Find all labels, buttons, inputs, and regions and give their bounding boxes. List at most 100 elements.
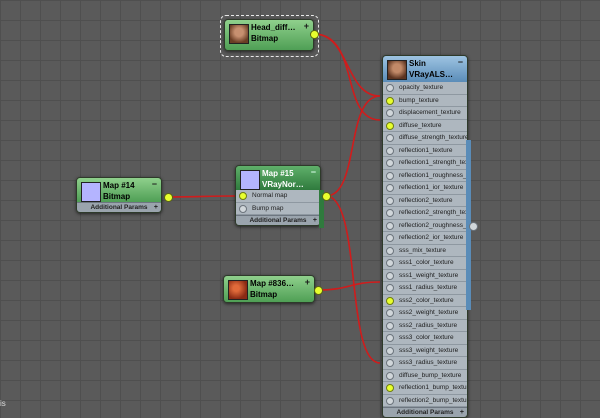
input-slot[interactable]: sss3_weight_texture xyxy=(383,344,467,357)
node-type: VRayALS… xyxy=(409,70,454,79)
expand-button[interactable]: + xyxy=(304,21,309,31)
node-title: Map #14 xyxy=(103,181,135,190)
collapse-button[interactable]: − xyxy=(311,167,316,177)
wire-head-to-diffuse xyxy=(313,33,381,121)
input-slot[interactable]: sss1_color_texture xyxy=(383,257,467,270)
node-head-diffuse[interactable]: Head_diff… Bitmap + xyxy=(224,19,314,51)
slot-label: reflection1_bump_texture xyxy=(399,384,467,391)
slot-label: reflection2_bump_texture xyxy=(399,396,467,404)
node-type: VRayNor… xyxy=(262,180,304,189)
input-slot[interactable]: opacity_texture xyxy=(383,82,467,95)
node-skin[interactable]: Skin VRayALS… − opacity_texture bump_text… xyxy=(382,55,468,418)
node-map14[interactable]: Map #14 Bitmap − Additional Params + xyxy=(76,177,162,213)
input-slot[interactable]: sss3_radius_texture xyxy=(383,357,467,370)
output-socket[interactable] xyxy=(310,30,319,39)
input-socket[interactable] xyxy=(386,384,394,392)
slot-label: opacity_texture xyxy=(399,84,444,91)
input-slot[interactable]: displacement_texture xyxy=(383,107,467,120)
input-socket[interactable] xyxy=(386,96,394,105)
slot-label: diffuse_bump_texture xyxy=(399,371,462,379)
slot-label: diffuse_texture xyxy=(399,121,442,129)
slot-label: reflection1_strength_text… xyxy=(399,159,467,166)
output-socket[interactable] xyxy=(469,222,478,231)
expand-button[interactable]: + xyxy=(305,277,310,287)
input-slot[interactable]: diffuse_texture xyxy=(383,119,467,132)
slot-label: sss2_radius_texture xyxy=(399,321,458,329)
input-socket[interactable] xyxy=(386,259,394,267)
input-socket[interactable] xyxy=(386,134,394,142)
node-type: Bitmap xyxy=(251,34,279,43)
node-map15[interactable]: Map #15 VRayNor… − Normal map Bump map Ad… xyxy=(235,165,321,226)
node-title: Skin xyxy=(409,59,426,68)
input-socket[interactable] xyxy=(386,209,394,217)
node-map836[interactable]: Map #836… Bitmap + xyxy=(223,275,315,303)
input-slot[interactable]: diffuse_bump_texture xyxy=(383,369,467,382)
input-slot[interactable]: sss2_weight_texture xyxy=(383,307,467,320)
output-socket[interactable] xyxy=(164,193,173,202)
input-socket[interactable] xyxy=(386,334,394,342)
slot-label: sss1_color_texture xyxy=(399,259,454,266)
node-title: Map #15 xyxy=(262,169,294,178)
input-socket[interactable] xyxy=(386,234,394,242)
input-slot[interactable]: diffuse_strength_texture xyxy=(383,132,467,145)
output-socket[interactable] xyxy=(322,192,331,201)
input-slot[interactable]: sss2_color_texture xyxy=(383,294,467,307)
input-slot[interactable]: sss_mix_texture xyxy=(383,244,467,257)
input-socket[interactable] xyxy=(386,221,394,230)
additional-params-rollout[interactable]: Additional Params + xyxy=(77,202,161,212)
bitmap-thumbnail-icon xyxy=(228,280,248,300)
input-socket[interactable] xyxy=(386,359,394,367)
slot-label: sss1_weight_texture xyxy=(399,271,459,279)
input-socket[interactable] xyxy=(239,192,247,200)
input-slot[interactable]: sss3_color_texture xyxy=(383,332,467,345)
input-slot[interactable]: Bump map xyxy=(236,202,320,215)
input-socket[interactable] xyxy=(386,309,394,317)
input-slot[interactable]: reflection2_ior_texture xyxy=(383,232,467,245)
input-slot[interactable]: sss2_radius_texture xyxy=(383,319,467,332)
input-socket[interactable] xyxy=(386,284,394,292)
input-socket[interactable] xyxy=(386,184,394,192)
output-socket[interactable] xyxy=(314,286,323,295)
additional-params-rollout[interactable]: Additional Params + xyxy=(236,215,320,225)
input-socket[interactable] xyxy=(386,121,394,130)
input-socket[interactable] xyxy=(386,346,394,355)
input-socket[interactable] xyxy=(239,204,247,213)
collapse-button[interactable]: − xyxy=(152,179,157,189)
slot-label: sss_mix_texture xyxy=(399,246,446,254)
input-slot[interactable]: reflection1_strength_text… xyxy=(383,157,467,170)
slot-label: reflection1_ior_texture xyxy=(399,184,464,191)
input-socket[interactable] xyxy=(386,159,394,167)
input-socket[interactable] xyxy=(386,146,394,155)
input-slot[interactable]: reflection2_bump_texture xyxy=(383,394,467,407)
node-title: Map #836… xyxy=(250,279,295,288)
input-socket[interactable] xyxy=(386,321,394,330)
input-slot[interactable]: reflection1_texture xyxy=(383,144,467,157)
input-slot[interactable]: reflection2_strength_text… xyxy=(383,207,467,220)
input-slot[interactable]: reflection1_roughness_te… xyxy=(383,169,467,182)
slot-list: Normal map Bump map xyxy=(236,190,320,215)
input-socket[interactable] xyxy=(386,396,394,405)
input-socket[interactable] xyxy=(386,171,394,180)
input-socket[interactable] xyxy=(386,371,394,380)
wire-head-to-bump xyxy=(313,33,381,97)
input-slot[interactable]: Normal map xyxy=(236,190,320,203)
input-socket[interactable] xyxy=(386,84,394,92)
input-slot[interactable]: sss1_radius_texture xyxy=(383,282,467,295)
input-slot[interactable]: reflection1_ior_texture xyxy=(383,182,467,195)
input-slot[interactable]: reflection2_texture xyxy=(383,194,467,207)
slot-list: opacity_texture bump_texture displacement_… xyxy=(383,82,467,407)
input-socket[interactable] xyxy=(386,246,394,255)
input-socket[interactable] xyxy=(386,196,394,205)
input-socket[interactable] xyxy=(386,296,394,305)
normal-map-thumbnail-icon xyxy=(240,170,260,190)
input-socket[interactable] xyxy=(386,109,394,117)
additional-params-rollout[interactable]: Additional Params + xyxy=(383,407,467,417)
input-socket[interactable] xyxy=(386,271,394,280)
wire-map15-to-bump xyxy=(325,95,381,197)
slot-label: reflection2_roughness_te… xyxy=(399,221,467,229)
collapse-button[interactable]: − xyxy=(458,57,463,67)
input-slot[interactable]: sss1_weight_texture xyxy=(383,269,467,282)
input-slot[interactable]: reflection2_roughness_te… xyxy=(383,219,467,232)
input-slot[interactable]: bump_texture xyxy=(383,94,467,107)
input-slot[interactable]: reflection1_bump_texture xyxy=(383,382,467,395)
